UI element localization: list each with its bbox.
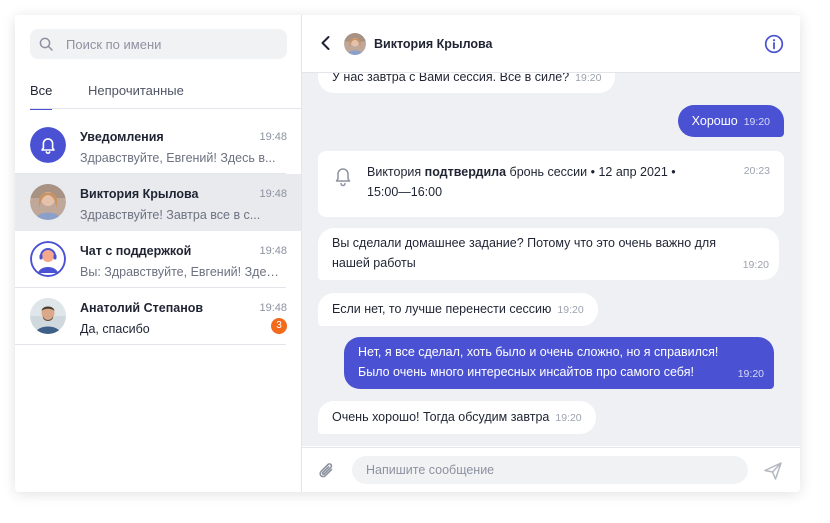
notification-text: Виктория подтвердила бронь сессии • 12 а… — [367, 162, 687, 202]
conversation-header: Виктория Крылова — [302, 15, 800, 73]
chat-preview: Вы: Здравствуйте, Евгений! Здес... — [80, 265, 280, 279]
message-composer — [302, 447, 800, 492]
booking-notification: Виктория подтвердила бронь сессии • 12 а… — [318, 151, 784, 217]
chat-preview: Здравствуйте! Завтра все в с... — [80, 208, 261, 222]
message-text: Хорошо — [691, 114, 738, 128]
chat-filter-tabs: Все Непрочитанные — [30, 81, 301, 110]
conversation-panel: Виктория Крылова У нас завтра с Вами сес… — [302, 15, 800, 492]
back-arrow-icon[interactable] — [318, 34, 334, 52]
notifications-avatar — [30, 127, 66, 163]
message-time: 19:20 — [575, 73, 602, 84]
chat-time: 19:48 — [259, 245, 287, 257]
tab-unread[interactable]: Непрочитанные — [88, 83, 184, 98]
message-time: 19:20 — [555, 412, 582, 424]
chat-name: Чат с поддержкой — [80, 244, 192, 258]
tabs-divider — [30, 108, 301, 109]
chat-preview: Да, спасибо — [80, 322, 150, 336]
message-text: Очень хорошо! Тогда обсудим завтра — [332, 410, 550, 424]
avatar — [30, 184, 66, 220]
chat-name: Анатолий Степанов — [80, 301, 204, 315]
chat-time: 19:48 — [259, 131, 287, 143]
incoming-message: Если нет, то лучше перенести сессию 19:20 — [318, 293, 598, 326]
bell-icon — [335, 168, 351, 187]
bell-icon — [30, 127, 66, 163]
man-photo-avatar — [30, 298, 66, 334]
message-list[interactable]: У нас завтра с Вами сессия. Все в силе? 1… — [302, 73, 800, 446]
send-icon[interactable] — [762, 460, 784, 482]
message-text: Нет, я все сделал, хоть было и очень сло… — [358, 345, 719, 379]
tab-all[interactable]: Все — [30, 83, 52, 98]
message-input[interactable] — [352, 456, 748, 484]
message-time: 19:20 — [557, 304, 584, 316]
notification-time: 20:23 — [743, 165, 770, 177]
message-time: 19:20 — [742, 259, 769, 271]
notification-action: подтвердила — [424, 165, 507, 179]
message-time: 19:20 — [743, 116, 770, 128]
chat-item-notifications[interactable]: Уведомления 19:48 Здравствуйте, Евгений!… — [15, 117, 301, 174]
search-input[interactable] — [66, 29, 276, 59]
support-agent-icon — [30, 241, 66, 277]
chat-item-viktoria[interactable]: Виктория Крылова 19:48 Здравствуйте! Зав… — [15, 174, 301, 231]
chat-item-anatoly[interactable]: Анатолий Степанов 19:48 Да, спасибо 3 — [15, 288, 301, 345]
chat-item-support[interactable]: Чат с поддержкой 19:48 Вы: Здравствуйте,… — [15, 231, 301, 288]
contact-name[interactable]: Виктория Крылова — [374, 37, 492, 51]
chat-list-panel: Все Непрочитанные Уведомления 19:48 Здра… — [15, 15, 302, 492]
message-text: Если нет, то лучше перенести сессию — [332, 302, 552, 316]
woman-photo-avatar — [30, 184, 66, 220]
search-box[interactable] — [30, 29, 287, 59]
incoming-message: У нас завтра с Вами сессия. Все в силе? 1… — [318, 73, 616, 93]
paperclip-icon[interactable] — [316, 460, 338, 482]
support-avatar — [30, 241, 66, 277]
chat-separator — [15, 344, 286, 345]
message-time: 19:20 — [737, 368, 764, 380]
avatar — [30, 298, 66, 334]
avatar[interactable] — [344, 33, 366, 55]
chat-time: 19:48 — [259, 302, 287, 314]
incoming-message: Очень хорошо! Тогда обсудим завтра 19:20 — [318, 401, 596, 434]
outgoing-message: Хорошо 19:20 — [677, 105, 784, 137]
search-icon — [39, 37, 53, 51]
notification-actor: Виктория — [367, 165, 422, 179]
incoming-message: Вы сделали домашнее задание? Потому что … — [318, 228, 779, 280]
chat-preview: Здравствуйте, Евгений! Здесь в... — [80, 151, 276, 165]
message-text: У нас завтра с Вами сессия. Все в силе? — [332, 73, 570, 84]
chat-time: 19:48 — [259, 188, 287, 200]
chat-name: Виктория Крылова — [80, 187, 199, 201]
info-icon[interactable] — [764, 34, 784, 54]
messenger-window: Все Непрочитанные Уведомления 19:48 Здра… — [15, 15, 800, 492]
outgoing-message: Нет, я все сделал, хоть было и очень сло… — [344, 337, 774, 389]
unread-badge: 3 — [271, 318, 287, 334]
woman-photo-avatar — [344, 33, 366, 55]
message-text: Вы сделали домашнее задание? Потому что … — [332, 236, 716, 270]
chat-name: Уведомления — [80, 130, 164, 144]
